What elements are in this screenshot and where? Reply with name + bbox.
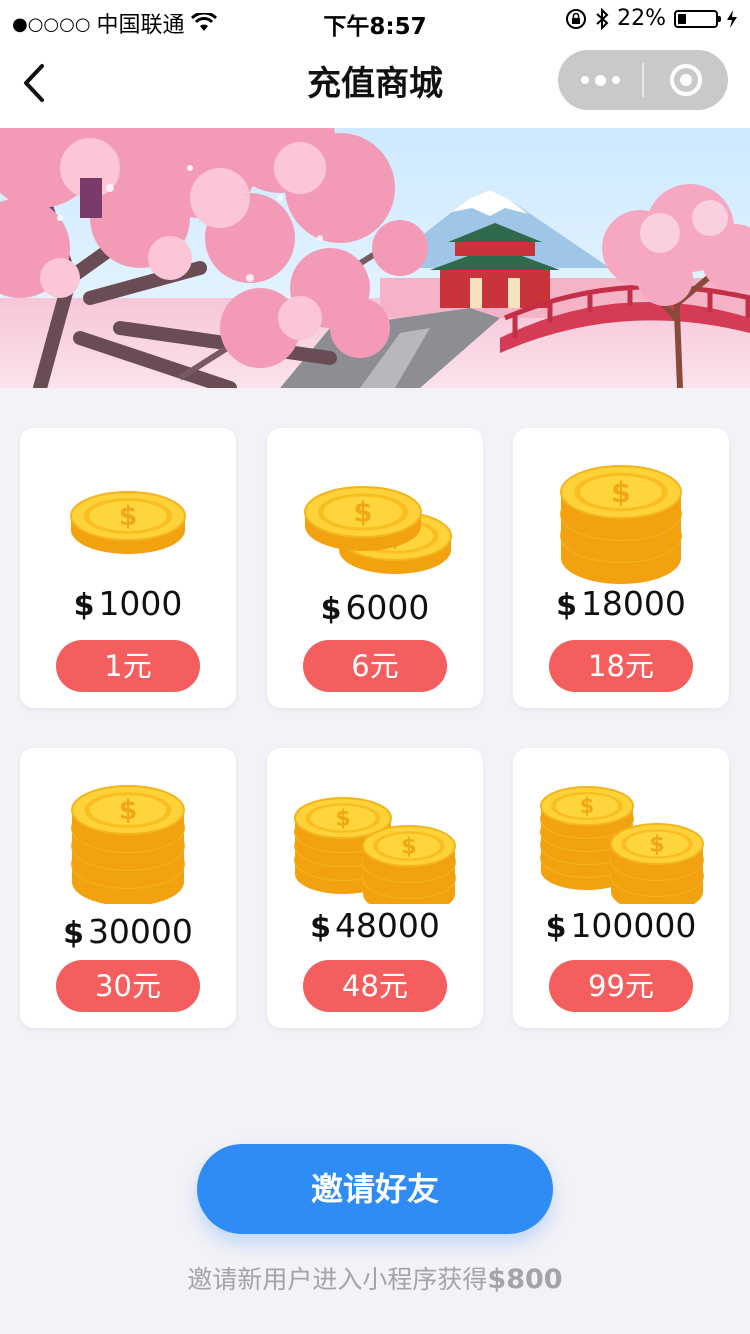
- gold-coins-icon: $$$$: [20, 774, 236, 906]
- product-card-1000[interactable]: $ $1000 1元: [20, 428, 236, 708]
- mini-program-capsule: [558, 50, 728, 110]
- product-card-30000[interactable]: $$$$$3000030元: [20, 748, 236, 1028]
- invite-reward-amount: $800: [487, 1264, 563, 1295]
- currency-symbol: $: [310, 910, 331, 945]
- product-card-48000[interactable]: $$$$$$$$4800048元: [267, 748, 483, 1028]
- status-right: 22%: [565, 6, 738, 31]
- price-button[interactable]: 18元: [549, 640, 693, 692]
- gold-coins-icon: $$$$$$$: [267, 774, 483, 914]
- gold-coins-icon: $: [20, 454, 236, 574]
- amount-value: 48000: [334, 906, 440, 945]
- coin-amount: $30000: [20, 912, 236, 951]
- bluetooth-icon: [596, 7, 609, 30]
- invite-hint: 邀请新用户进入小程序获得$800: [0, 1260, 750, 1296]
- amount-value: 6000: [345, 588, 430, 627]
- product-card-18000[interactable]: $$$$1800018元: [513, 428, 729, 708]
- currency-symbol: $: [556, 588, 577, 623]
- coin-amount: $48000: [267, 906, 483, 945]
- currency-symbol: $: [73, 588, 95, 623]
- navigation-bar: 充值商城: [0, 42, 750, 128]
- price-button[interactable]: 99元: [549, 960, 693, 1012]
- battery-icon: [674, 9, 721, 28]
- coin-amount: $100000: [513, 906, 729, 945]
- svg-text:$: $: [353, 497, 372, 529]
- price-button[interactable]: 48元: [303, 960, 447, 1012]
- svg-text:$: $: [119, 795, 137, 826]
- currency-symbol: $: [320, 592, 342, 627]
- rotation-lock-icon: [566, 8, 587, 29]
- cherry-blossom-illustration: [0, 128, 750, 388]
- product-card-100000[interactable]: $$$$$$$$$10000099元: [513, 748, 729, 1028]
- close-button[interactable]: [644, 50, 728, 110]
- more-dots-icon: [580, 76, 589, 84]
- svg-text:$: $: [119, 501, 137, 532]
- charging-icon: [727, 9, 737, 28]
- status-bar: ●○○○○ 中国联通 下午8:57 22%: [0, 0, 750, 42]
- currency-symbol: $: [63, 916, 84, 951]
- coin-amount: $6000: [267, 588, 483, 627]
- svg-text:$: $: [580, 794, 595, 818]
- amount-value: 1000: [98, 584, 183, 623]
- coin-amount: $18000: [513, 584, 729, 623]
- gold-coins-icon: $$: [267, 454, 483, 574]
- amount-value: 18000: [580, 584, 686, 623]
- svg-text:$: $: [649, 833, 664, 858]
- price-button[interactable]: 1元: [56, 640, 200, 692]
- price-button[interactable]: 30元: [56, 960, 200, 1012]
- close-circle-icon: [670, 64, 702, 96]
- coin-amount: $1000: [20, 584, 236, 623]
- invite-friends-button[interactable]: 邀请好友: [197, 1144, 553, 1234]
- amount-value: 30000: [87, 912, 193, 951]
- gold-coins-icon: $$$$$$$$: [513, 774, 729, 912]
- product-card-6000[interactable]: $$$60006元: [267, 428, 483, 708]
- svg-text:$: $: [335, 807, 350, 832]
- more-button[interactable]: [558, 50, 642, 110]
- svg-text:$: $: [611, 475, 631, 509]
- currency-symbol: $: [545, 910, 567, 945]
- amount-value: 100000: [570, 906, 697, 945]
- svg-text:$: $: [401, 835, 416, 860]
- price-button[interactable]: 6元: [303, 640, 447, 692]
- invite-hint-text: 邀请新用户进入小程序获得: [187, 1265, 488, 1294]
- gold-coins-icon: $$$: [513, 454, 729, 584]
- banner-image: [0, 128, 750, 388]
- battery-percent: 22%: [617, 6, 666, 31]
